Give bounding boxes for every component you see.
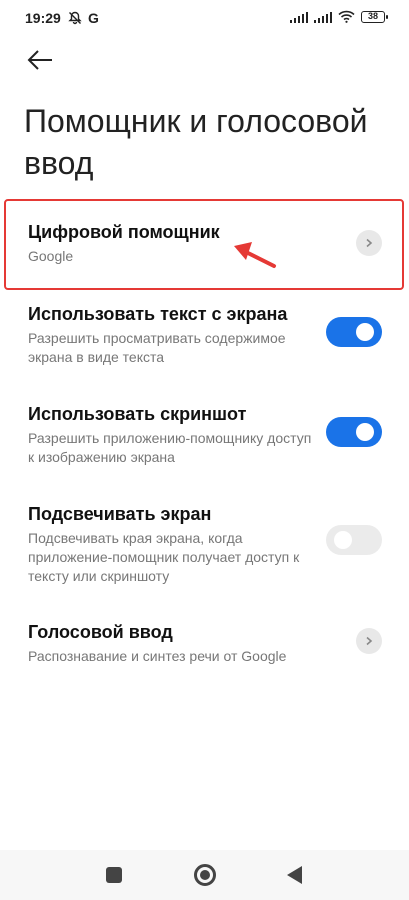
status-bar: 19:29 G 38 xyxy=(0,0,409,36)
list-item-subtitle: Распознавание и синтез речи от Google xyxy=(28,648,287,664)
muted-bell-icon xyxy=(68,11,82,25)
highlight-screen-toggle[interactable] xyxy=(326,525,382,555)
back-button[interactable] xyxy=(24,46,56,74)
toggle-knob xyxy=(356,323,374,341)
arrow-left-icon xyxy=(27,50,52,70)
status-system-icons: 38 xyxy=(290,10,388,23)
list-item-highlight-screen[interactable]: Подсвечивать экран Подсвечивать края экр… xyxy=(0,492,409,592)
home-icon[interactable] xyxy=(194,864,216,886)
battery-icon: 38 xyxy=(361,10,388,23)
list-item-title: Использовать скриншот xyxy=(28,404,247,424)
status-notification-icons: G xyxy=(68,10,99,26)
toggle-knob xyxy=(334,531,352,549)
recent-apps-icon[interactable] xyxy=(106,867,122,883)
list-item-subtitle: Разрешить просматривать содержимое экран… xyxy=(28,330,286,365)
navigation-bar xyxy=(0,850,409,900)
list-item-subtitle: Разрешить приложению-помощнику доступ к … xyxy=(28,430,312,465)
toggle-knob xyxy=(356,423,374,441)
status-time: 19:29 xyxy=(25,10,61,26)
chevron-right-button[interactable] xyxy=(356,628,382,654)
list-item-use-screen-text[interactable]: Использовать текст с экрана Разрешить пр… xyxy=(0,292,409,378)
list-item-title: Использовать текст с экрана xyxy=(28,304,288,324)
annotation-arrow-icon xyxy=(234,242,276,268)
highlight-frame xyxy=(4,199,404,290)
chevron-right-icon xyxy=(366,636,373,646)
use-screen-text-toggle[interactable] xyxy=(326,317,382,347)
list-item-title: Голосовой ввод xyxy=(28,622,173,642)
signal-1-icon xyxy=(290,11,308,23)
back-triangle-icon[interactable] xyxy=(287,866,302,884)
page-title: Помощник и голосовой ввод xyxy=(24,103,368,181)
list-item-title: Подсвечивать экран xyxy=(28,504,212,524)
list-item-subtitle: Подсвечивать края экрана, когда приложен… xyxy=(28,530,300,584)
signal-2-icon xyxy=(314,11,332,23)
use-screenshot-toggle[interactable] xyxy=(326,417,382,447)
list-item-use-screenshot[interactable]: Использовать скриншот Разрешить приложен… xyxy=(0,392,409,478)
wifi-icon xyxy=(338,10,355,23)
google-g-icon: G xyxy=(88,10,99,26)
list-item-voice-input[interactable]: Голосовой ввод Распознавание и синтез ре… xyxy=(0,610,409,670)
